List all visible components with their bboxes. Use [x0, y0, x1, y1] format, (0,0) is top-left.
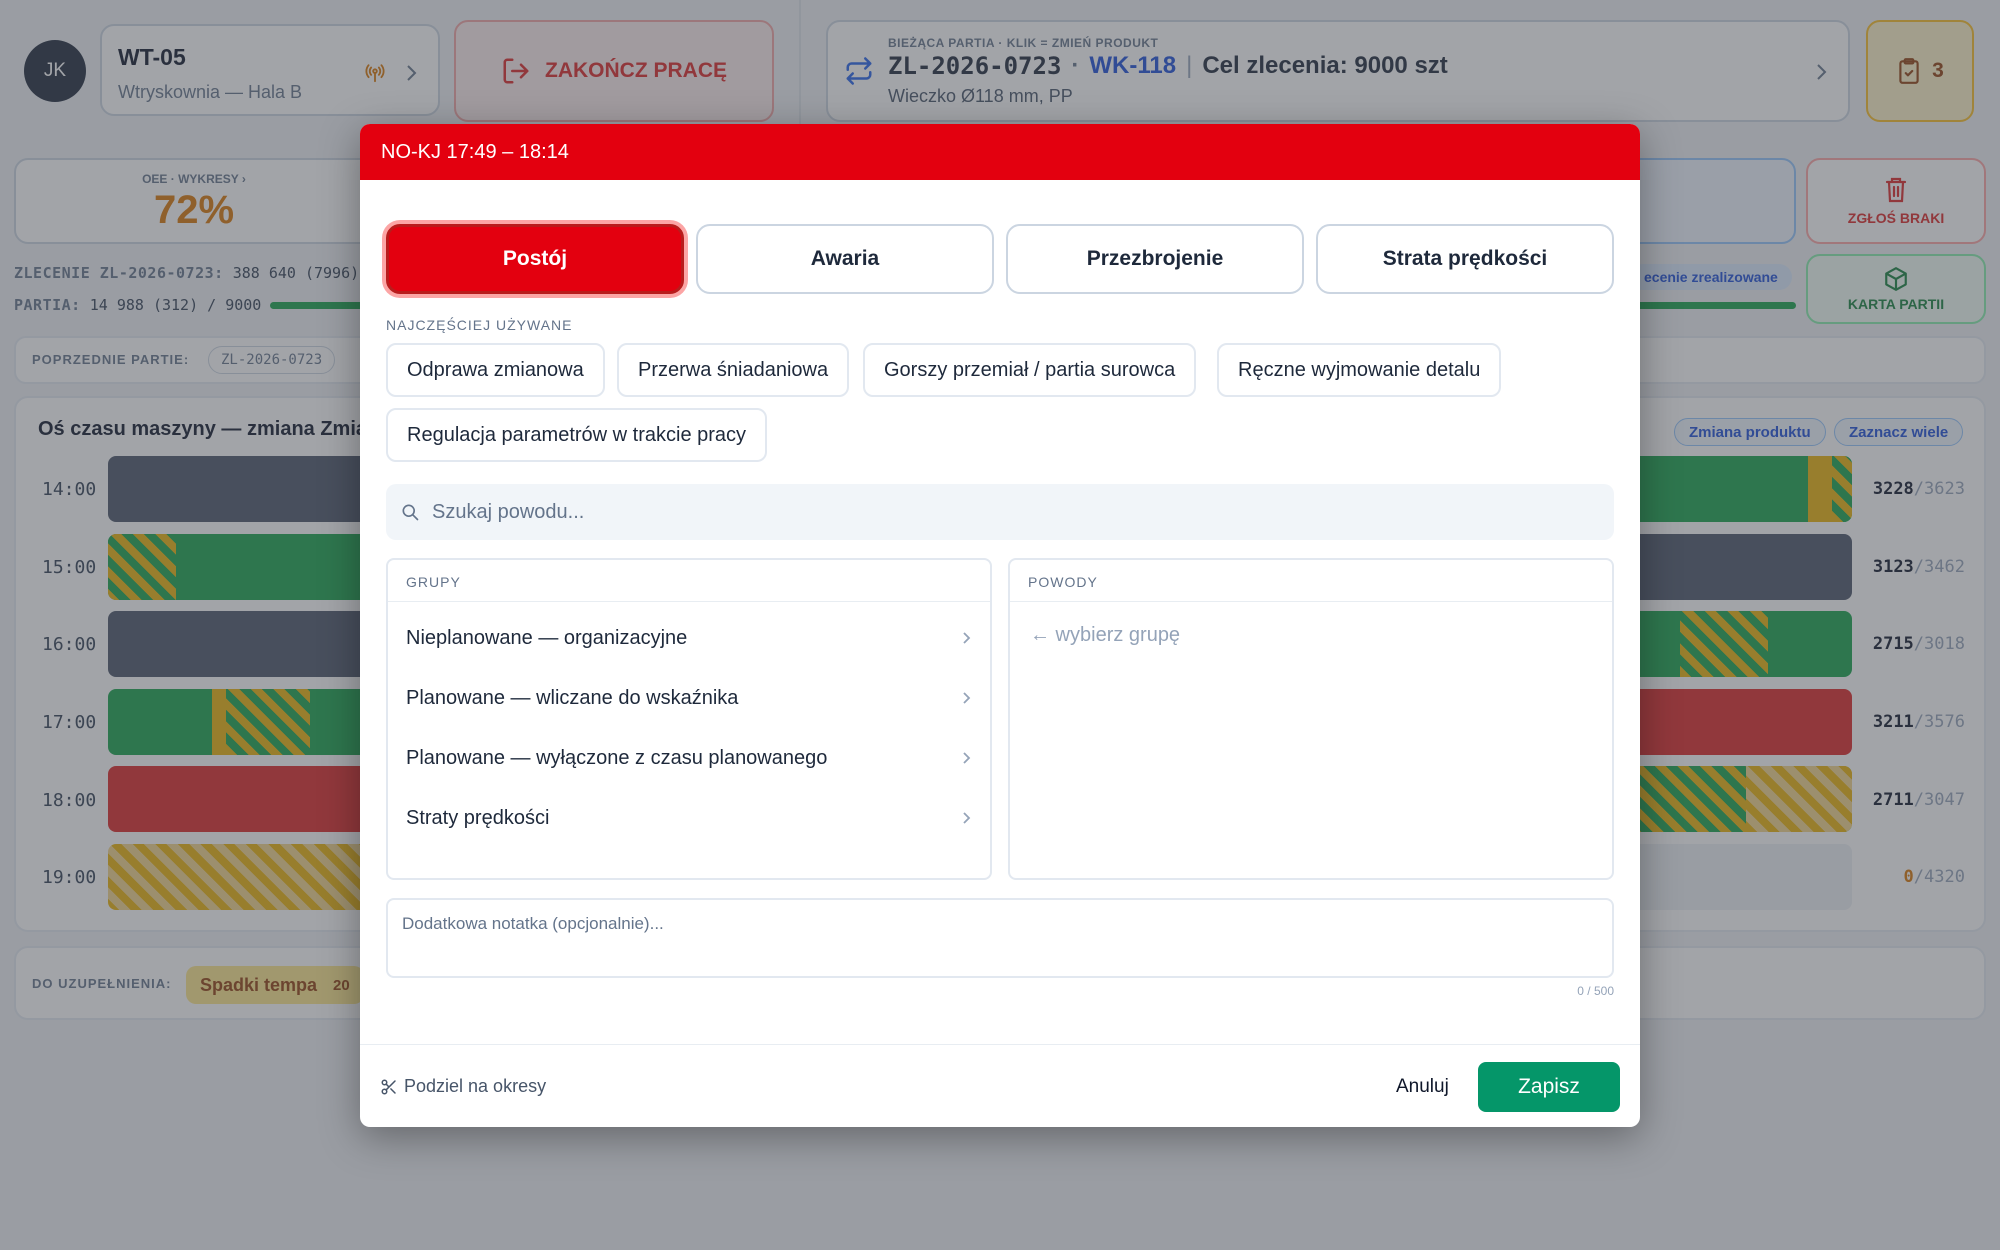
search-placeholder: Szukaj powodu... [432, 500, 585, 523]
tab-speed-loss[interactable]: Strata prędkości [1316, 224, 1614, 294]
frequent-reason-chip[interactable]: Regulacja parametrów w trakcie pracy [386, 408, 768, 462]
reasons-label: POWODY [1010, 560, 1612, 602]
note-char-counter: 0 / 500 [1577, 984, 1614, 998]
dialog-title: NO-KJ 17:49 – 18:14 [360, 124, 1640, 180]
group-item[interactable]: Planowane — wyłączone z czasu planowaneg… [388, 728, 990, 788]
chevron-right-icon [960, 810, 972, 826]
group-item[interactable]: Straty prędkości [388, 788, 990, 848]
split-periods-label: Podziel na okresy [404, 1076, 547, 1096]
groups-label: GRUPY [388, 560, 990, 602]
tab-changeover[interactable]: Przezbrojenie [1006, 224, 1304, 294]
split-periods-button[interactable]: Podziel na okresy [380, 1076, 546, 1097]
note-textarea[interactable]: Dodatkowa notatka (opcjonalnie)... [386, 898, 1614, 978]
frequent-reason-chip[interactable]: Ręczne wyjmowanie detalu [1217, 343, 1502, 397]
frequent-reason-chip[interactable]: Odprawa zmianowa [386, 343, 605, 397]
frequent-reason-chip[interactable]: Gorszy przemiał / partia surowca [863, 343, 1197, 397]
footer-divider [360, 1044, 1640, 1045]
reasons-panel: POWODY ← wybierz grupę [1008, 558, 1614, 880]
scissors-icon [380, 1078, 398, 1096]
cancel-button[interactable]: Anuluj [1396, 1076, 1449, 1098]
note-placeholder: Dodatkowa notatka (opcjonalnie)... [402, 914, 664, 933]
tab-failure[interactable]: Awaria [696, 224, 994, 294]
group-item[interactable]: Planowane — wliczane do wskaźnika [388, 668, 990, 728]
chevron-right-icon [960, 690, 972, 706]
frequent-label: NAJCZĘŚCIEJ UŻYWANE [386, 317, 573, 333]
tab-downtime[interactable]: Postój [386, 224, 684, 294]
chevron-right-icon [960, 630, 972, 646]
frequent-reason-chip[interactable]: Przerwa śniadaniowa [617, 343, 850, 397]
search-icon [400, 502, 420, 522]
chevron-right-icon [960, 750, 972, 766]
downtime-dialog: NO-KJ 17:49 – 18:14 Postój Awaria Przezb… [360, 124, 1640, 1127]
group-item[interactable]: Nieplanowane — organizacyjne [388, 608, 990, 668]
reasons-hint: ← wybierz grupę [1030, 624, 1181, 646]
reason-search-input[interactable]: Szukaj powodu... [386, 484, 1614, 540]
save-button[interactable]: Zapisz [1478, 1062, 1620, 1112]
groups-panel: GRUPY Nieplanowane — organizacyjne Plano… [386, 558, 992, 880]
